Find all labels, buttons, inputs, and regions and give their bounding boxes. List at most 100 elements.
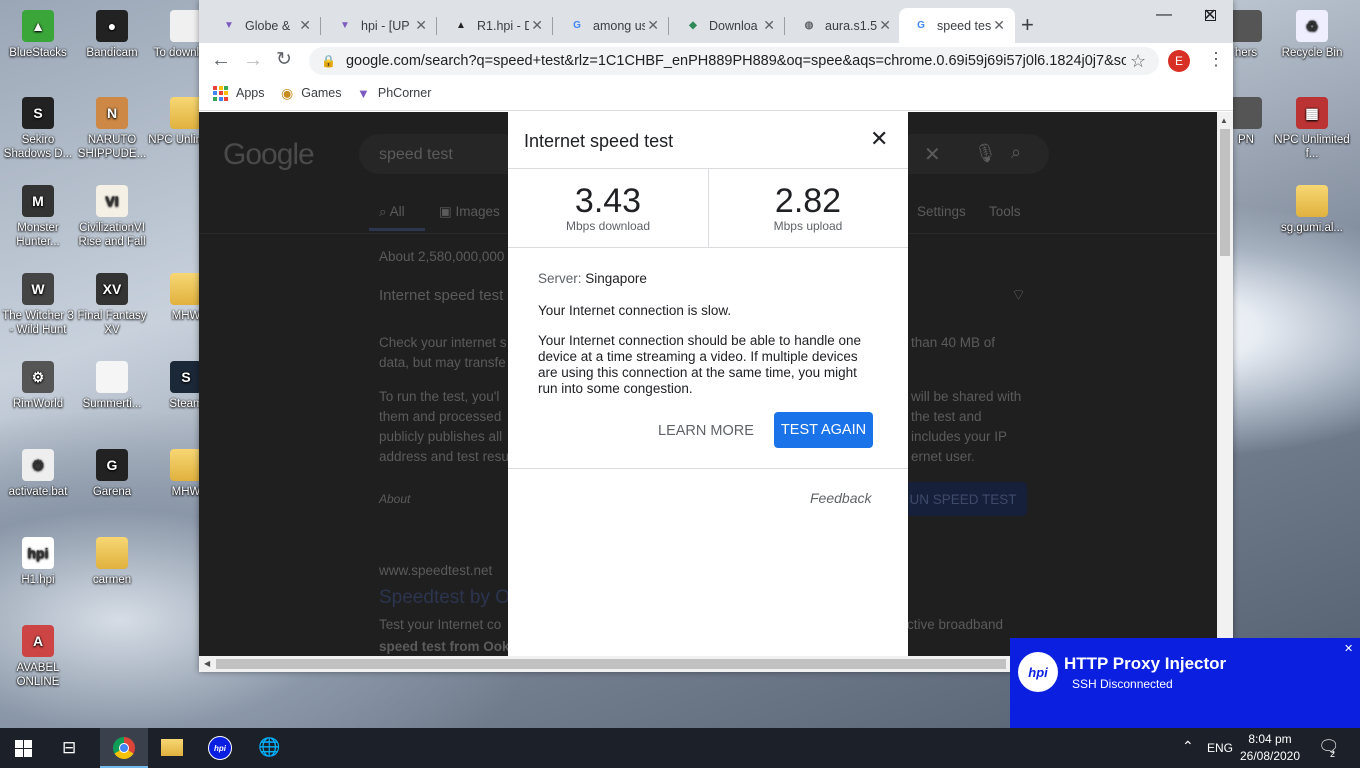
browser-tab[interactable]: ▼ hpi - [UP ✕ [323, 8, 437, 43]
scrollbar-thumb[interactable] [1220, 129, 1230, 256]
app-icon [1230, 97, 1262, 129]
desktop-icon[interactable]: M Monster Hunter... [0, 185, 76, 249]
desktop-icon[interactable]: ⚙ RimWorld [0, 361, 76, 411]
browser-tab[interactable]: ◆ Downloa ✕ [671, 8, 785, 43]
file-explorer-icon[interactable] [161, 739, 183, 756]
task-view-icon[interactable]: ⊟ [62, 738, 76, 758]
desktop-icon[interactable]: Summerti... [74, 361, 150, 411]
feedback-link[interactable]: Feedback [810, 490, 871, 506]
speed-test-dialog: Internet speed test ✕ 3.43 Mbps download… [508, 112, 908, 656]
close-window-button[interactable]: ✕ [1189, 0, 1235, 30]
desktop-icon[interactable]: ⚙ activate.bat [0, 449, 76, 499]
tab-favicon-icon: ▲ [456, 20, 466, 31]
address-bar[interactable]: 🔒 google.com/search?q=speed+test&rlz=1C1… [309, 47, 1159, 75]
tab-title: Globe & [245, 18, 291, 33]
tab-title: among us [593, 18, 645, 33]
download-unit: Mbps download [565, 219, 651, 233]
desktop-icon[interactable]: W The Witcher 3 - Wild Hunt [0, 273, 76, 337]
tab-close-icon[interactable]: ✕ [531, 17, 543, 34]
desktop-icon[interactable]: VI CivilizationVI Rise and Fall [74, 185, 150, 249]
proxy-notification[interactable]: hpi HTTP Proxy Injector SSH Disconnected… [1010, 638, 1360, 728]
app-icon: W [22, 273, 54, 305]
desktop-icon[interactable]: ▲ BlueStacks [0, 10, 76, 60]
app-icon: M [22, 185, 54, 217]
close-icon[interactable]: ✕ [870, 126, 888, 152]
browser-tab[interactable]: ◍ aura.s1.5 ✕ [787, 8, 901, 43]
desktop-icon-label: carmen [92, 574, 132, 586]
h-scrollbar-thumb[interactable] [216, 659, 1006, 669]
desktop-icon[interactable]: sg.gumi.al... [1274, 185, 1350, 235]
learn-more-button[interactable]: LEARN MORE [658, 423, 754, 439]
desktop-icon-label: Final Fantasy XV [77, 310, 147, 336]
browser-tab[interactable]: Gspeed tes ✕ [899, 8, 1015, 43]
server-info: Server: Singapore [538, 271, 647, 286]
language-indicator[interactable]: ENG [1207, 741, 1233, 755]
run-speed-test-button[interactable]: UN SPEED TEST [899, 482, 1027, 516]
browser-tab[interactable]: ▲ R1.hpi - D ✕ [439, 8, 553, 43]
desktop-icon[interactable]: N NARUTO SHIPPUDE... [74, 97, 150, 161]
upload-unit: Mbps upload [773, 219, 843, 233]
taskbar-chrome[interactable] [100, 728, 148, 768]
bookmark-phcorner[interactable]: ▼ PhCorner [357, 81, 431, 105]
forward-icon[interactable]: → [243, 49, 263, 72]
clock-time[interactable]: 8:04 pm [1240, 732, 1300, 746]
tab-settings[interactable]: Settings [917, 204, 966, 219]
app-icon: ♻ [1296, 10, 1328, 42]
tab-close-icon[interactable]: ✕ [415, 17, 427, 34]
tab-close-icon[interactable]: ✕ [879, 17, 891, 34]
tab-all[interactable]: ⌕ All [379, 204, 405, 220]
menu-icon[interactable]: ⋮ [1207, 49, 1225, 70]
hpi-taskbar-icon[interactable]: hpi [208, 736, 232, 760]
desktop-icon[interactable]: G Garena [74, 449, 150, 499]
back-icon[interactable]: ← [211, 49, 231, 72]
bookmark-apps[interactable]: Apps [213, 81, 265, 105]
browser-tab[interactable]: ▼ Globe & ✕ [207, 8, 321, 43]
notification-title: HTTP Proxy Injector [1064, 654, 1227, 673]
desktop-icon[interactable]: A AVABEL ONLINE [0, 625, 76, 689]
desktop-icon[interactable]: ● Bandicam [74, 10, 150, 60]
browser-window: ▼ Globe & ✕ ▼ hpi - [UP ✕ ▲ R1.hpi - D ✕ Gamong u… [199, 0, 1233, 672]
desktop-icon[interactable]: XV Final Fantasy XV [74, 273, 150, 337]
tab-close-icon[interactable]: ✕ [299, 17, 311, 34]
tab-close-icon[interactable]: ✕ [647, 17, 659, 34]
search-icon[interactable]: ⌕ [1011, 142, 1021, 163]
tab-close-icon[interactable]: ✕ [993, 17, 1005, 34]
desktop-icon[interactable]: hpi H1.hpi [0, 537, 76, 587]
test-again-button[interactable]: TEST AGAIN [774, 412, 873, 448]
desktop-icon[interactable]: ▦ NPC Unlimited f... [1274, 97, 1350, 161]
windows-start-icon[interactable] [15, 740, 32, 757]
bookmark-games[interactable]: ◉ Games [281, 81, 342, 105]
desktop-icon[interactable]: ♻ Recycle Bin [1274, 10, 1350, 60]
tab-favicon-icon: G [573, 20, 581, 31]
mic-icon[interactable]: 🎙 [974, 143, 997, 164]
bookmark-star-icon[interactable]: ☆ [1130, 51, 1146, 72]
tab-title: R1.hpi - D [477, 18, 529, 33]
desktop-icon-label: Monster Hunter... [16, 222, 60, 248]
desktop-icon-label: RimWorld [12, 398, 64, 410]
tab-tools[interactable]: Tools [989, 204, 1021, 219]
clear-search-icon[interactable]: ✕ [924, 142, 941, 167]
profile-avatar[interactable]: E [1168, 50, 1190, 72]
desktop-icon[interactable]: S Sekiro Shadows D... [0, 97, 76, 161]
network-app-icon[interactable]: 🌐 [258, 737, 280, 758]
app-icon: A [22, 625, 54, 657]
clock-date[interactable]: 26/08/2020 [1236, 749, 1304, 763]
desktop-icon[interactable]: carmen [74, 537, 150, 587]
minimize-button[interactable]: — [1141, 0, 1187, 30]
close-notification-icon[interactable]: ✕ [1344, 642, 1353, 655]
tab-close-icon[interactable]: ✕ [763, 17, 775, 34]
notification-center-icon[interactable]: 🗨 [1318, 737, 1340, 757]
tab-images[interactable]: ▣ Images [439, 204, 500, 220]
chevron-up-icon[interactable]: ⌃ [1182, 738, 1194, 755]
browser-tab[interactable]: Gamong us ✕ [555, 8, 669, 43]
apps-grid-icon [213, 85, 228, 101]
app-icon: XV [96, 273, 128, 305]
tab-favicon-icon: ▼ [224, 20, 234, 31]
vertical-scrollbar[interactable]: ▲ [1217, 112, 1233, 656]
desktop-icon-label: H1.hpi [21, 574, 55, 586]
new-tab-button[interactable]: + [1021, 12, 1034, 38]
app-icon: N [96, 97, 128, 129]
hpi-logo-icon: hpi [1018, 652, 1058, 692]
reload-icon[interactable]: ↻ [276, 48, 292, 71]
desktop-icon-label: activate.bat [8, 486, 68, 498]
